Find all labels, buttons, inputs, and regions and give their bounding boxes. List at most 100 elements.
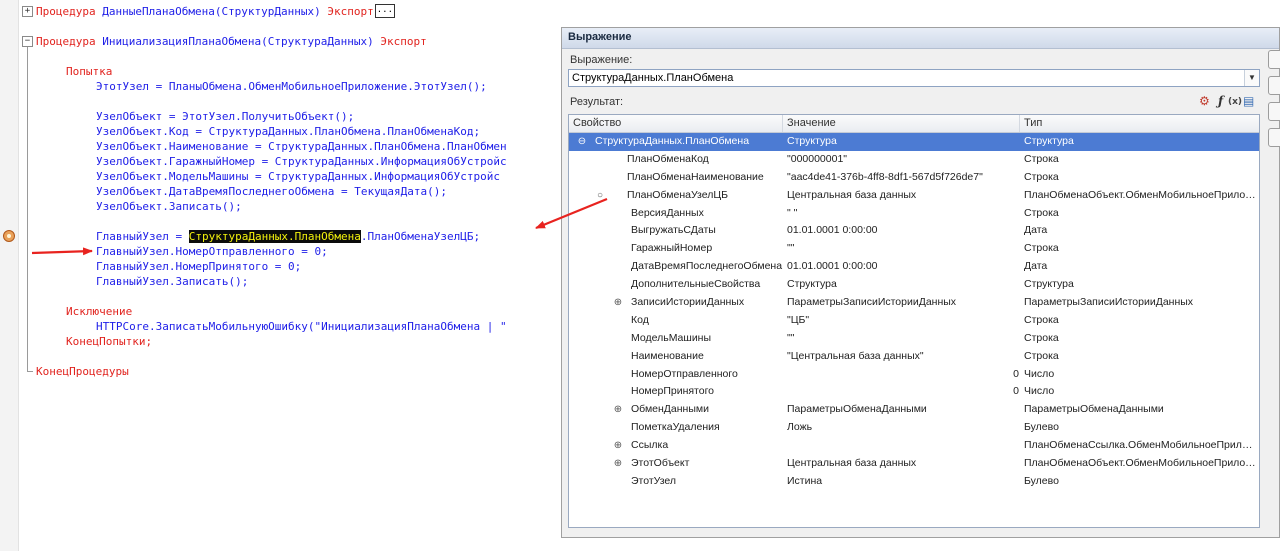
- code-token: УзелОбъект.МодельМашины = СтруктураДанны…: [96, 170, 500, 183]
- value-cell: "": [787, 242, 795, 255]
- code-line[interactable]: УзелОбъект.МодельМашины = СтруктураДанны…: [96, 169, 500, 184]
- table-row[interactable]: ПланОбменаНаименование "aac4de41-376b-4ff…: [569, 169, 1259, 187]
- code-line[interactable]: Исключение: [66, 304, 132, 319]
- side-button-3[interactable]: [1268, 102, 1280, 121]
- code-line[interactable]: УзелОбъект.ДатаВремяПоследнегоОбмена = Т…: [96, 184, 447, 199]
- property-cell: НомерПринятого: [631, 385, 715, 398]
- table-row[interactable]: ○ ПланОбменаУзелЦБ Центральная база данных…: [569, 187, 1259, 205]
- table-row[interactable]: ПланОбменаКод "000000001" Строка: [569, 151, 1259, 169]
- type-cell: Булево: [1024, 474, 1059, 487]
- type-cell: Дата: [1024, 260, 1048, 273]
- property-cell: СтруктураДанных.ПланОбмена: [595, 135, 750, 147]
- side-button-2[interactable]: [1268, 76, 1280, 95]
- dialog-titlebar[interactable]: Выражение: [562, 28, 1279, 49]
- expand-icon[interactable]: ⊕: [613, 437, 623, 455]
- side-button-1[interactable]: [1268, 50, 1280, 69]
- node-icon[interactable]: ○: [595, 187, 605, 205]
- type-cell: Число: [1024, 385, 1055, 398]
- code-line[interactable]: Процедура ДанныеПланаОбмена(СтруктурДанн…: [36, 4, 396, 19]
- property-cell: ВерсияДанных: [631, 206, 704, 219]
- table-row[interactable]: ДатаВремяПоследнегоОбмена 01.01.0001 0:00…: [569, 258, 1259, 276]
- value-cell: "000000001": [787, 152, 848, 165]
- code-line[interactable]: УзелОбъект.Записать();: [96, 199, 242, 214]
- code-line[interactable]: КонецПопытки;: [66, 334, 152, 349]
- column-header-value[interactable]: Значение: [783, 115, 1020, 132]
- result-grid[interactable]: Свойство Значение Тип ⊖ СтруктураДанных.П…: [568, 114, 1260, 528]
- collapse-icon[interactable]: ⊖: [577, 133, 587, 151]
- print-icon[interactable]: ▤: [1243, 94, 1254, 108]
- table-row[interactable]: НомерПринятого 0 Число: [569, 383, 1259, 401]
- code-line[interactable]: Попытка: [66, 64, 112, 79]
- property-cell: ВыгружатьСДаты: [631, 224, 716, 237]
- table-row[interactable]: ВыгружатьСДаты 01.01.0001 0:00:00 Дата: [569, 222, 1259, 240]
- table-row[interactable]: ⊕ ОбменДанными ПараметрыОбменаДанными Парам…: [569, 401, 1259, 419]
- fold-collapsed-icon[interactable]: +: [22, 6, 33, 17]
- code-token: УзелОбъект.Код = СтруктураДанных.ПланОбм…: [96, 125, 481, 138]
- value-cell: 01.01.0001 0:00:00: [787, 224, 878, 237]
- code-line[interactable]: ГлавныйУзел.НомерПринятого = 0;: [96, 259, 301, 274]
- column-header-property[interactable]: Свойство: [569, 115, 783, 132]
- code-token: ДанныеПланаОбмена(СтруктурДанных): [102, 5, 321, 18]
- value-cell: Структура: [787, 135, 837, 147]
- table-row[interactable]: ЭтотУзел Истина Булево: [569, 473, 1259, 491]
- collapsed-body-ellipsis[interactable]: ...: [374, 4, 396, 18]
- code-line[interactable]: ГлавныйУзел.Записать();: [96, 274, 248, 289]
- dialog-title: Выражение: [568, 31, 632, 43]
- type-cell: ПараметрыЗаписиИсторииДанных: [1024, 296, 1194, 309]
- property-cell: НомерОтправленного: [631, 367, 738, 380]
- code-token: ИнициализацияПланаОбмена(СтруктураДанных…: [102, 35, 374, 48]
- code-token: ГлавныйУзел.НомерОтправленного = 0;: [96, 245, 328, 258]
- code-line[interactable]: ГлавныйУзел = СтруктураДанных.ПланОбмена…: [96, 229, 480, 244]
- value-cell: "": [787, 331, 795, 344]
- table-row[interactable]: ГаражныйНомер "" Строка: [569, 240, 1259, 258]
- table-row[interactable]: ⊕ ЗаписиИсторииДанных ПараметрыЗаписиИстор…: [569, 294, 1259, 312]
- property-cell: Код: [631, 313, 649, 326]
- value-cell: " ": [787, 206, 798, 219]
- type-cell: Строка: [1024, 152, 1059, 165]
- table-row[interactable]: ВерсияДанных " " Строка: [569, 205, 1259, 223]
- table-row[interactable]: НомерОтправленного 0 Число: [569, 366, 1259, 384]
- property-cell: ГаражныйНомер: [631, 242, 713, 255]
- table-row[interactable]: ⊕ ЭтотОбъект Центральная база данных ПланОб…: [569, 455, 1259, 473]
- code-token: ЭтотУзел = ПланыОбмена.ОбменМобильноеПри…: [96, 80, 487, 93]
- type-cell: Число: [1024, 367, 1055, 380]
- fold-expanded-icon[interactable]: −: [22, 36, 33, 47]
- expand-icon[interactable]: ⊕: [613, 294, 623, 312]
- table-row[interactable]: МодельМашины "" Строка: [569, 330, 1259, 348]
- side-button-4[interactable]: [1268, 128, 1280, 147]
- table-row[interactable]: ⊖ СтруктураДанных.ПланОбмена Структура Стру…: [569, 133, 1259, 151]
- property-cell: ЭтотУзел: [631, 474, 677, 487]
- code-token: КонецПопытки;: [66, 335, 153, 348]
- chevron-down-icon[interactable]: ▼: [1244, 70, 1259, 86]
- table-row[interactable]: ⊕ Ссылка ПланОбменаСсылка.ОбменМобильноеПр…: [569, 437, 1259, 455]
- column-header-type[interactable]: Тип: [1020, 115, 1259, 132]
- code-token: Попытка: [66, 65, 113, 78]
- code-line[interactable]: ЭтотУзел = ПланыОбмена.ОбменМобильноеПри…: [96, 79, 487, 94]
- value-cell: 0: [1013, 385, 1019, 398]
- code-line[interactable]: УзелОбъект.Наименование = СтруктураДанны…: [96, 139, 507, 154]
- table-row[interactable]: ДополнительныеСвойства Структура Структура: [569, 276, 1259, 294]
- function-format-icon[interactable]: (x): [1228, 97, 1242, 107]
- editor-gutter: [0, 0, 19, 551]
- breakpoint-icon[interactable]: [3, 230, 15, 242]
- value-cell: Структура: [787, 278, 837, 291]
- table-row[interactable]: Код "ЦБ" Строка: [569, 312, 1259, 330]
- expand-icon[interactable]: ⊕: [613, 455, 623, 473]
- expression-dialog[interactable]: Выражение Выражение: СтруктураДанных.Пла…: [561, 27, 1280, 538]
- table-row[interactable]: ПометкаУдаления Ложь Булево: [569, 419, 1259, 437]
- code-line[interactable]: КонецПроцедуры: [36, 364, 129, 379]
- property-cell: ПланОбменаНаименование: [627, 170, 764, 183]
- value-cell: ПараметрыЗаписиИсторииДанных: [787, 296, 957, 309]
- type-cell: Строка: [1024, 349, 1059, 362]
- code-line[interactable]: УзелОбъект.ГаражныйНомер = СтруктураДанн…: [96, 154, 507, 169]
- code-line[interactable]: УзелОбъект = ЭтотУзел.ПолучитьОбъект();: [96, 109, 354, 124]
- expand-icon[interactable]: ⊕: [613, 401, 623, 419]
- code-line[interactable]: HTTPCore.ЗаписатьМобильнуюОшибку("Инициа…: [96, 319, 507, 334]
- expression-input[interactable]: СтруктураДанных.ПланОбмена ▼: [568, 69, 1260, 87]
- inspect-icon[interactable]: ⚙: [1199, 94, 1210, 108]
- code-line[interactable]: Процедура ИнициализацияПланаОбмена(Струк…: [36, 34, 427, 49]
- table-row[interactable]: Наименование "Центральная база данных" Стр…: [569, 348, 1259, 366]
- code-line[interactable]: УзелОбъект.Код = СтруктураДанных.ПланОбм…: [96, 124, 480, 139]
- function-icon[interactable]: ƒ: [1218, 94, 1223, 108]
- code-line[interactable]: ГлавныйУзел.НомерОтправленного = 0;: [96, 244, 328, 259]
